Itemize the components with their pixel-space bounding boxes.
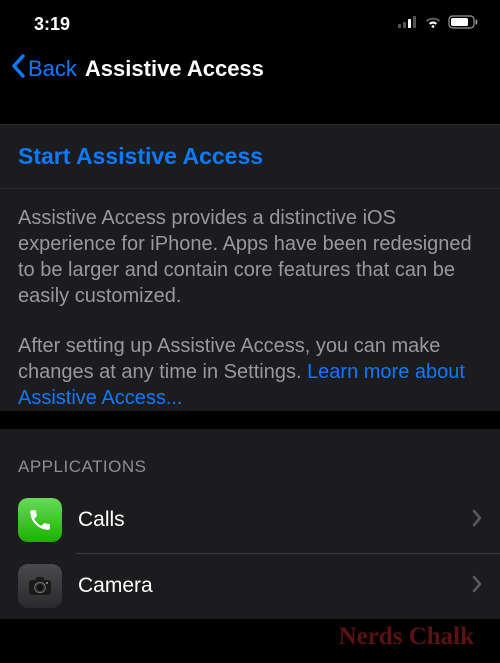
page-title: Assistive Access <box>85 56 264 82</box>
status-bar: 3:19 <box>0 0 500 44</box>
nav-bar: Back Assistive Access <box>0 44 500 102</box>
app-row-calls[interactable]: Calls <box>0 487 500 553</box>
back-button[interactable]: Back <box>10 54 77 84</box>
app-label: Camera <box>78 574 456 598</box>
start-assistive-access-button[interactable]: Start Assistive Access <box>0 124 500 189</box>
applications-list: Calls Camera <box>0 487 500 619</box>
cellular-icon <box>398 15 418 33</box>
app-label: Calls <box>78 508 456 532</box>
chevron-left-icon <box>10 54 26 84</box>
description-paragraph-1: Assistive Access provides a distinctive … <box>18 205 482 309</box>
wifi-icon <box>424 15 442 33</box>
app-row-camera[interactable]: Camera <box>0 553 500 619</box>
camera-app-icon <box>18 564 62 608</box>
status-time: 3:19 <box>34 14 70 35</box>
chevron-right-icon <box>472 575 482 598</box>
battery-icon <box>448 15 478 34</box>
calls-app-icon <box>18 498 62 542</box>
applications-header: APPLICATIONS <box>0 429 500 487</box>
description-paragraph-2: After setting up Assistive Access, you c… <box>18 333 482 411</box>
chevron-right-icon <box>472 509 482 532</box>
start-section: Start Assistive Access <box>0 124 500 189</box>
back-label: Back <box>28 56 77 82</box>
description-section: Assistive Access provides a distinctive … <box>0 189 500 411</box>
watermark: Nerds Chalk <box>339 623 474 651</box>
status-icons <box>398 15 478 34</box>
